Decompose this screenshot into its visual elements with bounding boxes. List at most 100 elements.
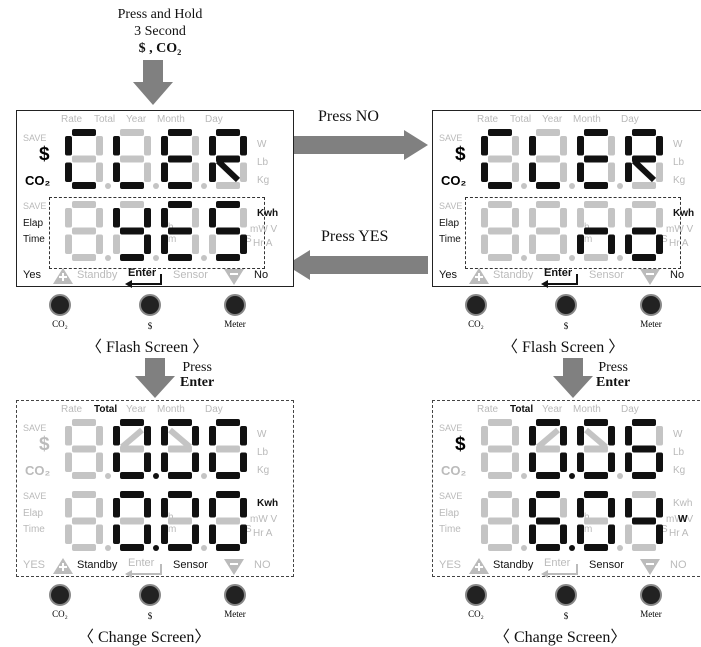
dollar-button[interactable] [555,294,577,316]
segment-a [584,201,608,208]
co2-button[interactable] [465,584,487,606]
label-kwh: Kwh [257,208,279,219]
label-standby: Standby [493,559,534,571]
segment-g [216,445,240,453]
segment-d [120,472,144,479]
segment-e [529,162,536,182]
label-time: Time [439,234,461,245]
segment-b [656,426,663,446]
label-no: No [254,269,269,281]
segment-d [536,472,560,479]
dollar-button[interactable] [555,584,577,606]
segment-diagonal [631,158,657,183]
arrow-left-yes [286,250,428,280]
meter-button-label: Meter [640,319,662,329]
segment-g [536,155,560,163]
segment-f [481,208,488,228]
segment-a [632,491,656,498]
segment-b [560,136,567,156]
dollar-button-label: $ [147,611,153,621]
label-standby: Standby [77,559,118,571]
hold-line-1: Press and Hold [117,7,203,22]
change-screen-caption-right: 〈 Change Screen〉 [494,629,627,646]
segment-e [209,524,216,544]
segment-a [120,491,144,498]
segment-c [656,524,663,544]
segment-b [192,208,199,228]
meter-button[interactable] [640,584,662,606]
segment-g [536,227,560,235]
segment-b [512,208,519,228]
co2-button[interactable] [49,584,71,606]
segment-f [529,208,536,228]
segment-c [512,452,519,472]
segment-a [168,129,192,136]
meter-button[interactable] [224,294,246,316]
segment-d [584,472,608,479]
co2-button[interactable] [49,294,71,316]
press-enter-right: Press Enter [596,360,630,390]
segment-e [481,162,488,182]
dollar-button-label: $ [563,611,569,621]
segment-e [65,524,72,544]
up-triangle-icon [53,558,73,574]
down-triangle-icon [224,269,244,285]
decimal-point [105,473,111,479]
segment-g [168,227,192,235]
label-save-2: SAVE [439,201,463,211]
arrow-right-no [286,130,428,160]
segment-g [120,227,144,235]
meter-button-label: Meter [640,609,662,619]
label-save: SAVE [439,423,463,433]
segment-b [656,136,663,156]
segment-f [113,498,120,518]
segment-d [488,544,512,551]
segment-f [161,208,168,228]
segment-c [192,234,199,254]
segment-c [96,452,103,472]
segment-a [72,201,96,208]
segment-b [144,426,151,446]
press-enter-right-l1: Press [598,360,628,375]
label-sensor: Sensor [589,559,624,571]
label-month: Month [573,114,601,125]
change-screen-caption-left: 〈 Change Screen〉 [78,629,211,646]
meter-button[interactable] [640,294,662,316]
decimal-point [153,183,159,189]
label-sensor: Sensor [173,559,208,571]
label-day: Day [621,114,639,125]
label-elap: Elap [439,218,460,229]
enter-arrow-icon [125,274,162,288]
segment-a [536,201,560,208]
label-kg: Kg [257,175,270,186]
label-yes: Yes [439,269,457,281]
segment-f [65,208,72,228]
meter-button[interactable] [224,584,246,606]
segment-b [512,136,519,156]
segment-b [192,136,199,156]
decimal-point [569,183,575,189]
segment-b [560,208,567,228]
segment-g [632,517,656,525]
segment-e [625,524,632,544]
segment-g [72,227,96,235]
segment-a [632,201,656,208]
segment-c [192,162,199,182]
segment-g [120,517,144,525]
segment-e [209,162,216,182]
co2-button[interactable] [465,294,487,316]
dollar-button[interactable] [139,584,161,606]
segment-e [113,452,120,472]
segment-d [216,254,240,261]
segment-e [625,162,632,182]
segment-g [584,155,608,163]
dollar-button[interactable] [139,294,161,316]
segment-a [536,491,560,498]
label-yes: YES [23,559,46,571]
label-save-2: SAVE [23,201,47,211]
label-save: SAVE [439,133,463,143]
segment-c [192,524,199,544]
segment-d [168,472,192,479]
label-lb: Lb [673,157,685,168]
label-rate: Rate [61,404,83,415]
